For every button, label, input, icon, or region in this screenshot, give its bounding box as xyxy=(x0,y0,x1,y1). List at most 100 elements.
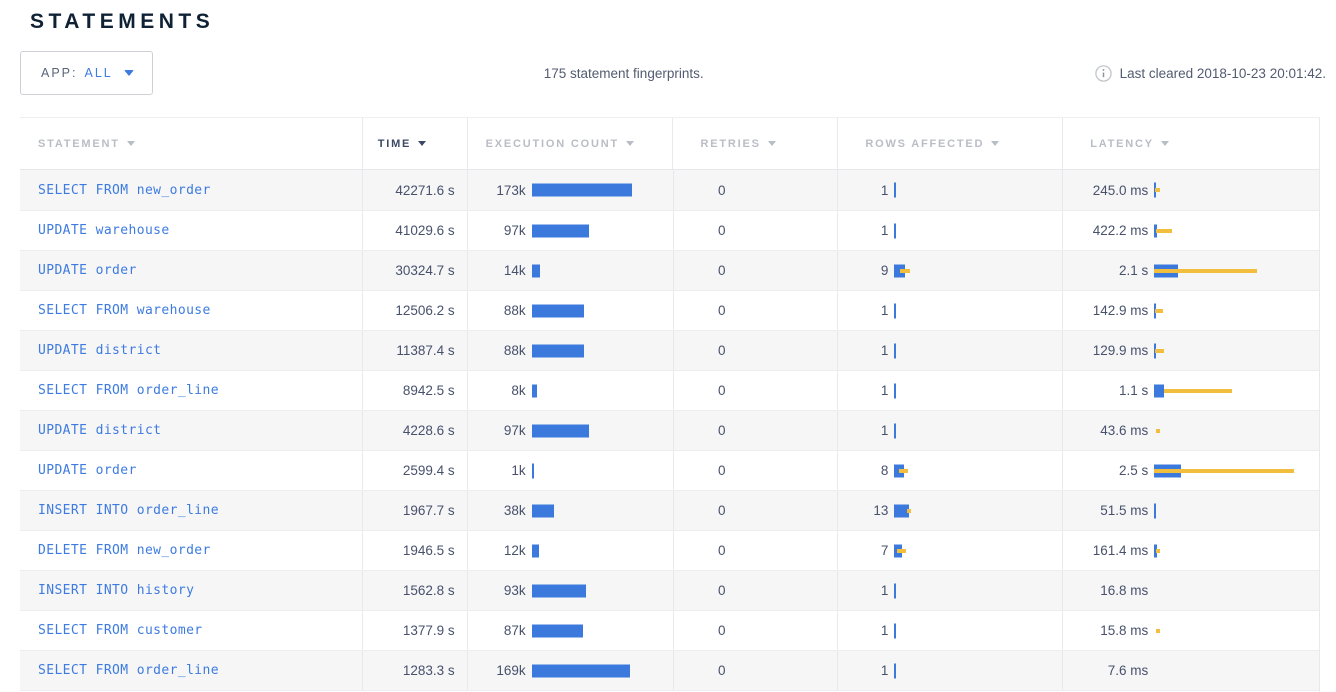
latency-value: 16.8 ms xyxy=(1063,583,1148,598)
sort-arrow-icon xyxy=(127,141,135,146)
time-value: 1283.3 s xyxy=(403,663,455,678)
latency-bar xyxy=(1154,582,1319,600)
execution-count-value: 88k xyxy=(468,343,526,358)
execution-count-bar xyxy=(532,622,673,640)
column-header-time[interactable]: TIME xyxy=(362,118,467,169)
table-body: SELECT FROM new_order 42271.6 s 173k 0 1… xyxy=(20,170,1319,690)
rows-affected-value: 1 xyxy=(838,303,888,318)
execution-count-bar xyxy=(532,262,673,280)
table-row: INSERT INTO order_line 1967.7 s 38k 0 13… xyxy=(20,490,1319,530)
retries-value: 0 xyxy=(674,543,726,558)
retries-value: 0 xyxy=(674,623,726,638)
retries-value: 0 xyxy=(674,463,726,478)
rows-affected-bar xyxy=(894,662,1062,680)
latency-value: 15.8 ms xyxy=(1063,623,1148,638)
execution-count-value: 97k xyxy=(468,423,526,438)
execution-count-value: 38k xyxy=(468,503,526,518)
info-icon[interactable] xyxy=(1095,65,1112,82)
rows-affected-value: 1 xyxy=(838,663,888,678)
statement-link[interactable]: SELECT FROM order_line xyxy=(38,663,219,678)
latency-bar xyxy=(1154,502,1319,520)
execution-count-bar xyxy=(532,222,673,240)
execution-count-bar xyxy=(532,422,673,440)
sort-arrow-icon xyxy=(418,141,426,146)
execution-count-bar xyxy=(532,382,673,400)
execution-count-value: 12k xyxy=(468,543,526,558)
rows-affected-value: 1 xyxy=(838,223,888,238)
column-header-rows[interactable]: ROWS AFFECTED xyxy=(837,118,1062,169)
app-filter-label: APP: xyxy=(41,66,78,80)
column-header-label: ROWS AFFECTED xyxy=(865,138,984,150)
statement-link[interactable]: INSERT INTO history xyxy=(38,583,194,598)
sort-arrow-icon xyxy=(1161,141,1169,146)
column-header-label: LATENCY xyxy=(1090,138,1154,150)
column-header-latency[interactable]: LATENCY xyxy=(1062,118,1319,169)
execution-count-value: 93k xyxy=(468,583,526,598)
execution-count-value: 173k xyxy=(468,183,526,198)
execution-count-value: 1k xyxy=(468,463,526,478)
column-header-count[interactable]: EXECUTION COUNT xyxy=(467,118,673,169)
statement-link[interactable]: SELECT FROM customer xyxy=(38,623,203,638)
rows-affected-bar xyxy=(894,462,1062,480)
toolbar: APP: ALL 175 statement fingerprints. Las… xyxy=(0,50,1336,96)
column-header-label: STATEMENT xyxy=(38,138,120,150)
rows-affected-bar xyxy=(894,342,1062,360)
time-value: 11387.4 s xyxy=(396,343,454,358)
rows-affected-bar xyxy=(894,382,1062,400)
rows-affected-bar xyxy=(894,262,1062,280)
rows-affected-value: 1 xyxy=(838,583,888,598)
execution-count-bar xyxy=(532,502,673,520)
table-row: UPDATE district 11387.4 s 88k 0 1 129.9 … xyxy=(20,330,1319,370)
sort-arrow-icon xyxy=(991,141,999,146)
table-row: UPDATE order 30324.7 s 14k 0 9 2.1 s xyxy=(20,250,1319,290)
latency-bar xyxy=(1154,262,1319,280)
latency-value: 2.1 s xyxy=(1063,263,1148,278)
time-value: 1377.9 s xyxy=(403,623,455,638)
time-value: 41029.6 s xyxy=(395,223,454,238)
table-row: SELECT FROM order_line 1283.3 s 169k 0 1… xyxy=(20,650,1319,690)
app-filter-dropdown[interactable]: APP: ALL xyxy=(20,51,153,95)
execution-count-bar xyxy=(532,302,673,320)
table-row: UPDATE order 2599.4 s 1k 0 8 2.5 s xyxy=(20,450,1319,490)
column-header-statement[interactable]: STATEMENT xyxy=(20,118,362,169)
execution-count-value: 8k xyxy=(468,383,526,398)
table-header-row: STATEMENT TIME EXECUTION COUNT RETRIES R… xyxy=(20,118,1319,170)
statements-table: STATEMENT TIME EXECUTION COUNT RETRIES R… xyxy=(20,117,1320,692)
last-cleared-text: Last cleared 2018-10-23 20:01:42. xyxy=(1120,66,1326,81)
statement-link[interactable]: UPDATE district xyxy=(38,343,161,358)
latency-bar xyxy=(1154,622,1319,640)
statement-link[interactable]: UPDATE district xyxy=(38,423,161,438)
retries-value: 0 xyxy=(674,343,726,358)
retries-value: 0 xyxy=(674,423,726,438)
statement-link[interactable]: SELECT FROM order_line xyxy=(38,383,219,398)
latency-bar xyxy=(1154,181,1319,199)
latency-bar xyxy=(1154,302,1319,320)
statement-link[interactable]: INSERT INTO order_line xyxy=(38,503,219,518)
time-value: 12506.2 s xyxy=(395,303,454,318)
execution-count-bar xyxy=(532,342,673,360)
rows-affected-value: 1 xyxy=(838,623,888,638)
statement-link[interactable]: UPDATE order xyxy=(38,463,137,478)
retries-value: 0 xyxy=(674,223,726,238)
latency-value: 245.0 ms xyxy=(1063,183,1148,198)
execution-count-value: 97k xyxy=(468,223,526,238)
rows-affected-bar xyxy=(894,222,1062,240)
latency-bar xyxy=(1154,462,1319,480)
execution-count-value: 88k xyxy=(468,303,526,318)
statement-link[interactable]: UPDATE warehouse xyxy=(38,223,170,238)
latency-bar xyxy=(1154,542,1319,560)
statement-link[interactable]: UPDATE order xyxy=(38,263,137,278)
table-row: DELETE FROM new_order 1946.5 s 12k 0 7 1… xyxy=(20,530,1319,570)
rows-affected-bar xyxy=(894,302,1062,320)
time-value: 4228.6 s xyxy=(403,423,455,438)
statement-link[interactable]: DELETE FROM new_order xyxy=(38,543,211,558)
column-header-label: RETRIES xyxy=(700,138,760,150)
retries-value: 0 xyxy=(674,583,726,598)
statement-link[interactable]: SELECT FROM warehouse xyxy=(38,303,211,318)
execution-count-bar xyxy=(532,181,673,199)
latency-bar xyxy=(1154,422,1319,440)
statement-link[interactable]: SELECT FROM new_order xyxy=(38,183,211,198)
rows-affected-value: 1 xyxy=(838,423,888,438)
rows-affected-value: 9 xyxy=(838,263,888,278)
column-header-retries[interactable]: RETRIES xyxy=(672,118,837,169)
